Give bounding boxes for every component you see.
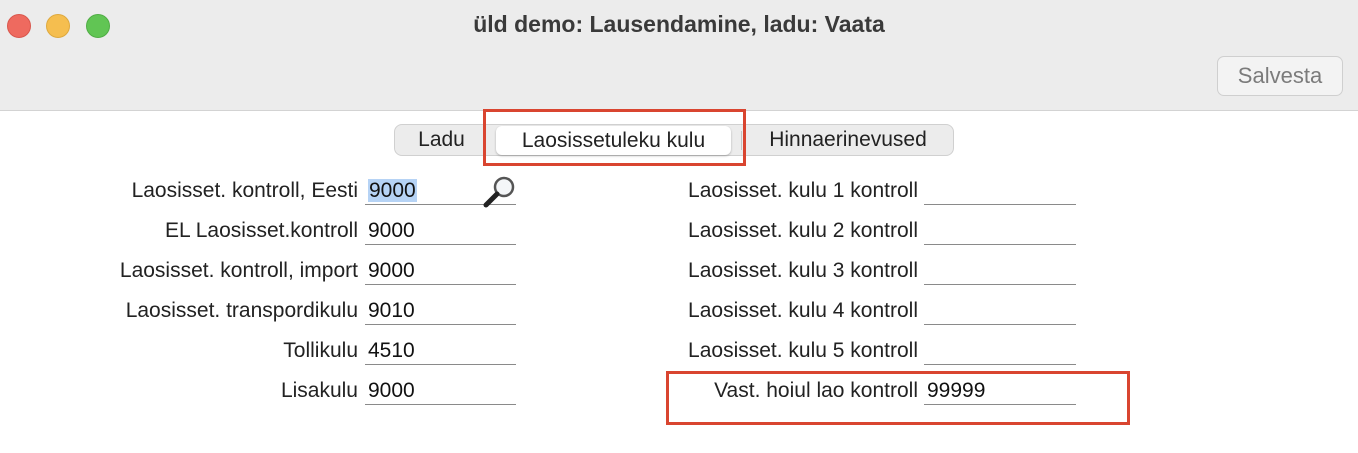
laosisset-kulu-3-kontroll-field[interactable]	[924, 257, 1076, 285]
field-label: Laosisset. kulu 4 kontroll	[688, 299, 918, 322]
field-label: Laosisset. kontroll, import	[119, 259, 358, 282]
field-highlight	[666, 371, 1130, 425]
lisakulu-field[interactable]: 9000	[365, 377, 516, 405]
save-button[interactable]: Salvesta	[1217, 56, 1343, 96]
laosisset-kulu-1-kontroll-field[interactable]	[924, 177, 1076, 205]
el-laosisset-kontroll-field[interactable]: 9000	[365, 217, 516, 245]
laosisset-kulu-4-kontroll-field[interactable]	[924, 297, 1076, 325]
field-label: Laosisset. kulu 2 kontroll	[688, 219, 918, 242]
field-label: Laosisset. kontroll, Eesti	[131, 179, 358, 202]
tab-ladu[interactable]: Ladu	[394, 124, 489, 156]
search-icon[interactable]	[480, 173, 520, 209]
laosisset-transpordikulu-field[interactable]: 9010	[365, 297, 516, 325]
field-label: Laosisset. transpordikulu	[125, 299, 358, 322]
laosisset-kontroll-import-field[interactable]: 9000	[365, 257, 516, 285]
tab-hinnaerinevused[interactable]: Hinnaerinevused	[742, 124, 954, 156]
laosisset-kulu-2-kontroll-field[interactable]	[924, 217, 1076, 245]
window-title: üld demo: Lausendamine, ladu: Vaata	[473, 11, 885, 37]
field-label: Laosisset. kulu 3 kontroll	[688, 259, 918, 282]
field-label: Laosisset. kulu 1 kontroll	[688, 179, 918, 202]
field-label: Tollikulu	[283, 339, 358, 362]
laosisset-kulu-5-kontroll-field[interactable]	[924, 337, 1076, 365]
field-label: Lisakulu	[280, 379, 358, 402]
field-label: Laosisset. kulu 5 kontroll	[688, 339, 918, 362]
tollikulu-field[interactable]: 4510	[365, 337, 516, 365]
active-tab-highlight	[483, 109, 746, 166]
field-label: EL Laosisset.kontroll	[165, 219, 358, 242]
field-value: 9000	[368, 179, 417, 202]
